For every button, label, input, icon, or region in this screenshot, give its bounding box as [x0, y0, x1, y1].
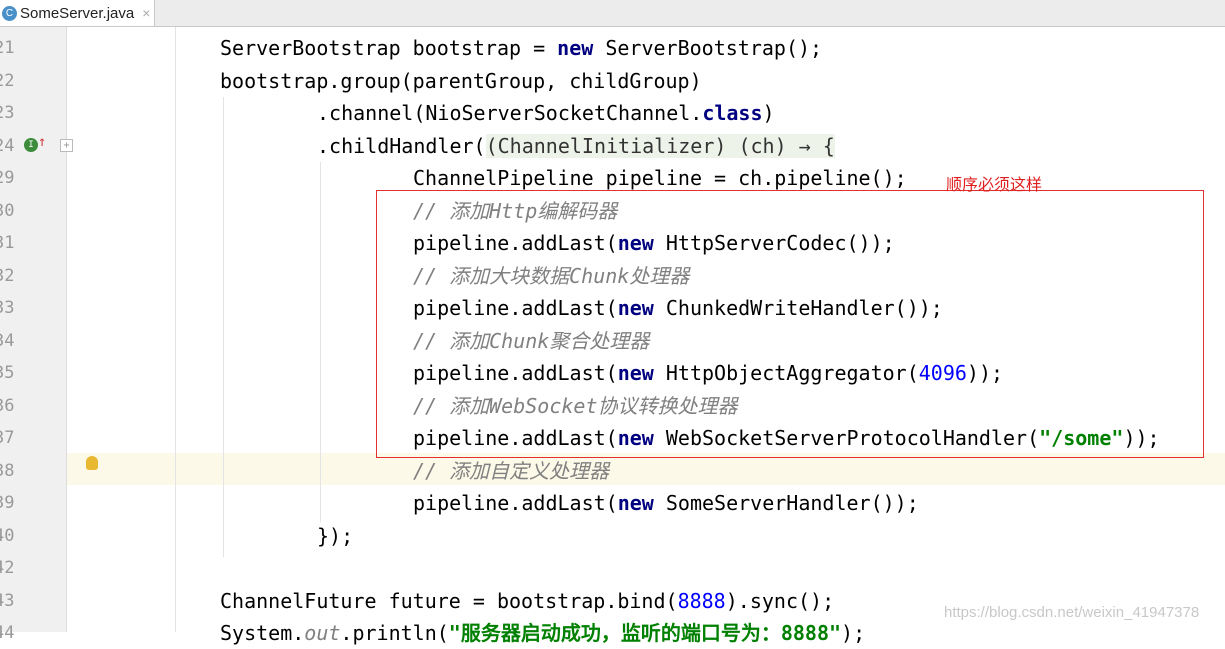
tab-title: SomeServer.java [20, 4, 135, 22]
code-token: ChannelFuture future = bootstrap.bind( [220, 588, 678, 613]
watermark: https://blog.csdn.net/weixin_41947378 [944, 604, 1200, 621]
editor-tab-bar: C SomeServer.java × [0, 0, 1225, 27]
code-line[interactable]: pipeline.addLast(new SomeServerHandler()… [413, 487, 919, 519]
code-token: SomeServerHandler()); [653, 491, 919, 515]
code-token: .childHandler( [317, 133, 486, 158]
code-token: (ChannelInitializer) (ch) → { [485, 133, 835, 158]
code-line[interactable]: .childHandler((ChannelInitializer) (ch) … [317, 130, 835, 162]
java-class-icon: C [2, 5, 17, 21]
code-token: "服务器启动成功，监听的端口号为：8888" [448, 621, 842, 645]
indent-guide [223, 97, 224, 557]
line-number: 44 [0, 623, 15, 643]
indent-guide [175, 27, 176, 632]
override-arrow-icon[interactable]: ↑ [38, 134, 46, 150]
line-number: 22 [0, 70, 15, 91]
code-token: ServerBootstrap(); [593, 36, 823, 60]
code-token: ); [841, 621, 866, 645]
code-line[interactable]: .channel(NioServerSocketChannel.class) [317, 97, 775, 129]
line-number: 31 [0, 233, 15, 253]
line-number: 36 [0, 395, 15, 416]
code-token: class [702, 101, 763, 125]
line-number: 23 [0, 103, 15, 123]
line-number: 21 [0, 38, 15, 58]
fold-icon[interactable]: + [60, 139, 73, 152]
line-number: 40 [0, 525, 15, 546]
code-token: .channel(NioServerSocketChannel. [317, 101, 703, 125]
annotation-note: 顺序必须这样 [946, 175, 1043, 194]
line-number: 39 [0, 493, 15, 513]
line-number: 33 [0, 298, 15, 318]
highlight-annotation-box [376, 190, 1204, 458]
code-token: pipeline.addLast( [413, 491, 618, 515]
code-token: ChannelPipeline pipeline = ch.pipeline()… [413, 166, 907, 190]
code-token: // 添加自定义处理器 [413, 458, 610, 483]
code-token: System. [220, 621, 305, 645]
code-token: }); [317, 523, 354, 548]
code-line[interactable]: ServerBootstrap bootstrap = new ServerBo… [220, 32, 822, 64]
line-number: 30 [0, 200, 15, 221]
close-icon[interactable]: × [142, 5, 150, 21]
code-line[interactable]: }); [317, 520, 353, 552]
line-number: 32 [0, 265, 15, 286]
code-token: new [557, 36, 594, 60]
line-number: 38 [0, 460, 15, 481]
line-number: 34 [0, 330, 15, 351]
code-token: ServerBootstrap bootstrap = [220, 36, 558, 60]
tab-someserver-java[interactable]: C SomeServer.java × [0, 0, 155, 26]
line-number: 35 [0, 363, 15, 383]
implements-gutter-icon[interactable]: I [24, 138, 38, 152]
code-token: 8888 [677, 588, 726, 613]
line-number: 24 [0, 135, 15, 156]
indent-guide [320, 162, 321, 522]
line-number: 43 [0, 590, 15, 611]
code-token: .println( [340, 621, 449, 645]
line-number: 37 [0, 428, 15, 448]
code-line[interactable]: System.out.println("服务器启动成功，监听的端口号为：8888… [220, 617, 865, 649]
line-number: 29 [0, 168, 15, 188]
code-token: bootstrap.group(parentGroup, childGroup) [220, 68, 702, 93]
code-token: new [617, 491, 654, 515]
code-line[interactable]: ChannelFuture future = bootstrap.bind(88… [220, 585, 834, 617]
code-token: ) [762, 101, 775, 125]
line-number: 42 [0, 558, 15, 578]
code-token: ).sync(); [725, 588, 835, 613]
lightbulb-icon[interactable] [86, 456, 98, 470]
code-line[interactable]: bootstrap.group(parentGroup, childGroup) [220, 65, 702, 97]
code-line[interactable]: // 添加自定义处理器 [413, 455, 609, 487]
code-token: out [304, 621, 341, 645]
